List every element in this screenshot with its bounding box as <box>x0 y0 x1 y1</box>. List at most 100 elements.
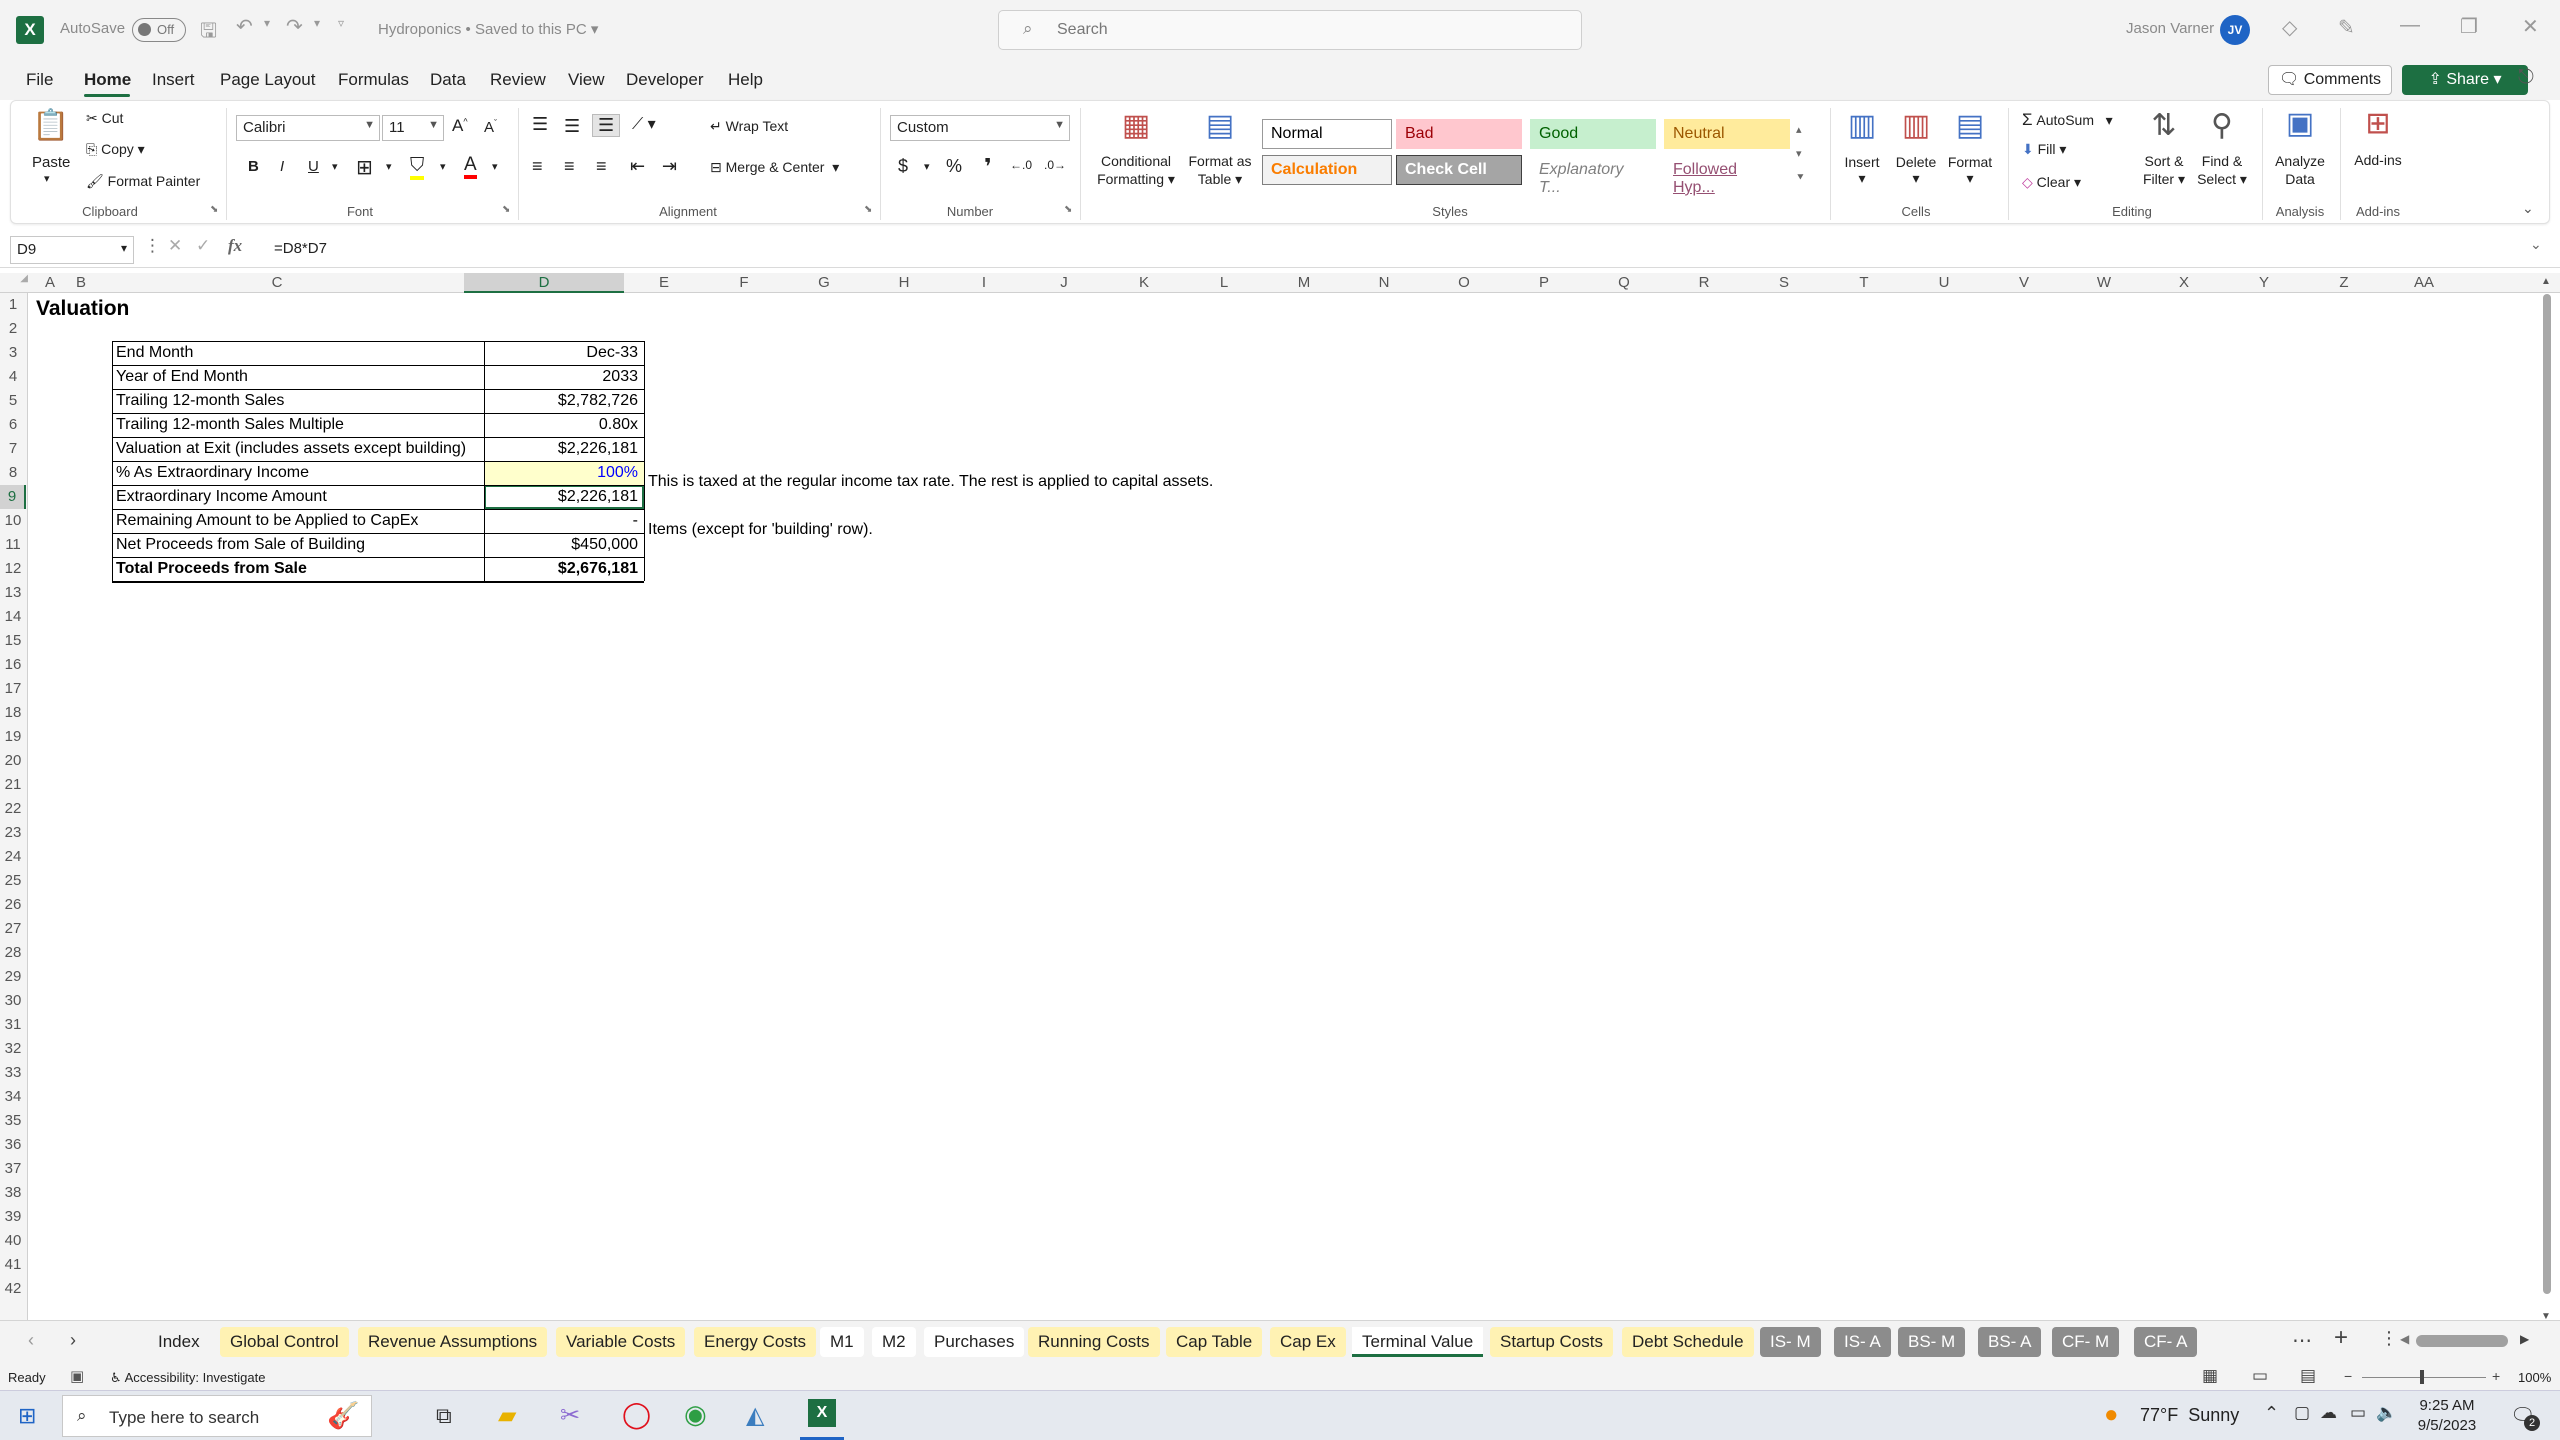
expand-formula-bar-icon[interactable]: ⌄ <box>2530 236 2542 253</box>
alignment-launcher-icon[interactable]: ⬊ <box>864 204 872 215</box>
tab-help[interactable]: Help <box>728 70 763 90</box>
fill-button[interactable]: ⬇ Fill ▾ <box>2022 141 2066 158</box>
column-header-i[interactable]: I <box>944 273 1024 293</box>
prev-sheet-icon[interactable]: ‹ <box>28 1330 34 1351</box>
fill-color-icon[interactable]: ⛉ <box>410 155 425 180</box>
align-right-icon[interactable]: ≡ <box>596 156 607 177</box>
sheet-tab-cf-m[interactable]: CF- M <box>2052 1327 2120 1357</box>
sheet-tab-m2[interactable]: M2 <box>872 1327 916 1357</box>
avatar[interactable]: JV <box>2220 15 2250 45</box>
taskbar-search[interactable]: ⌕ Type here to search 🎸 <box>62 1395 372 1437</box>
table-row-label[interactable]: Net Proceeds from Sale of Building <box>116 533 365 557</box>
accessibility-status[interactable]: ♿ Accessibility: Investigate <box>110 1370 265 1386</box>
row-header-8[interactable]: 8 <box>0 461 26 485</box>
zoom-level[interactable]: 100% <box>2518 1370 2551 1385</box>
delete-cells-button[interactable]: Delete ▾ <box>1890 154 1942 187</box>
table-row-label[interactable]: % As Extraordinary Income <box>116 461 309 485</box>
underline-button[interactable]: U <box>308 158 319 175</box>
undo-icon[interactable]: ↶ <box>236 14 253 39</box>
column-header-x[interactable]: X <box>2144 273 2224 293</box>
analyze-data-button[interactable]: Analyze Data <box>2270 152 2330 188</box>
table-row-label[interactable]: Trailing 12-month Sales <box>116 389 284 413</box>
table-row-value[interactable]: $2,676,181 <box>484 557 644 581</box>
macro-record-icon[interactable]: ▣ <box>70 1367 84 1385</box>
page-layout-view-icon[interactable]: ▭ <box>2252 1366 2268 1386</box>
row-header-23[interactable]: 23 <box>0 821 26 845</box>
page-break-view-icon[interactable]: ▤ <box>2300 1366 2316 1386</box>
tab-developer[interactable]: Developer <box>626 70 704 90</box>
orientation-icon[interactable]: ⟋ ▾ <box>632 114 656 134</box>
more-options-icon[interactable]: ⋮ <box>144 236 161 256</box>
paste-dropdown-icon[interactable]: ▾ <box>44 172 50 185</box>
align-middle-icon[interactable]: ☰ <box>564 116 580 137</box>
italic-button[interactable]: I <box>280 158 284 175</box>
tab-review[interactable]: Review <box>490 70 546 90</box>
sheet-tab-index[interactable]: Index <box>148 1327 210 1357</box>
row-header-12[interactable]: 12 <box>0 557 26 581</box>
sheet-tab-startup-costs[interactable]: Startup Costs <box>1490 1327 1613 1357</box>
style-check-cell[interactable]: Check Cell <box>1396 155 1522 185</box>
row-header-14[interactable]: 14 <box>0 605 26 629</box>
style-followed-hyperlink[interactable]: Followed Hyp... <box>1664 155 1790 196</box>
formula-input[interactable]: =D8*D7 <box>274 240 327 257</box>
customize-qat-icon[interactable]: ▿ <box>338 16 344 30</box>
row-header-24[interactable]: 24 <box>0 845 26 869</box>
row-header-19[interactable]: 19 <box>0 725 26 749</box>
column-header-s[interactable]: S <box>1744 273 1824 293</box>
search-box[interactable]: ⌕ Search <box>998 10 1582 50</box>
column-header-k[interactable]: K <box>1104 273 1184 293</box>
cut-button[interactable]: ✂ Cut <box>86 110 123 127</box>
number-launcher-icon[interactable]: ⬊ <box>1064 204 1072 215</box>
premium-diamond-icon[interactable]: ◇ <box>2282 15 2297 40</box>
tab-file[interactable]: File <box>26 70 53 90</box>
column-header-f[interactable]: F <box>704 273 784 293</box>
cancel-entry-icon[interactable]: ✕ <box>168 236 182 256</box>
row-header-41[interactable]: 41 <box>0 1253 26 1277</box>
sheet-options-icon[interactable]: ⋮ <box>2380 1328 2398 1349</box>
table-row-value[interactable]: 0.80x <box>484 413 644 437</box>
row-header-15[interactable]: 15 <box>0 629 26 653</box>
wrap-text-button[interactable]: ↵ Wrap Text <box>710 118 788 135</box>
snipping-tool-icon[interactable]: ✂ <box>560 1401 580 1430</box>
next-sheet-icon[interactable]: › <box>70 1330 76 1351</box>
underline-dropdown-icon[interactable]: ▾ <box>332 160 338 173</box>
conditional-formatting-icon[interactable]: ▦ <box>1116 108 1156 143</box>
style-good[interactable]: Good <box>1530 119 1656 149</box>
row-header-17[interactable]: 17 <box>0 677 26 701</box>
autosave-toggle[interactable]: Off <box>132 18 186 42</box>
insert-cells-icon[interactable]: ▥ <box>1842 108 1882 143</box>
currency-dropdown-icon[interactable]: ▾ <box>924 160 930 173</box>
row-header-42[interactable]: 42 <box>0 1277 26 1301</box>
style-normal[interactable]: Normal <box>1262 119 1392 149</box>
column-header-m[interactable]: M <box>1264 273 1344 293</box>
row-header-7[interactable]: 7 <box>0 437 26 461</box>
more-sheets-icon[interactable]: ⋯ <box>2292 1328 2312 1353</box>
zoom-slider-track[interactable] <box>2362 1377 2486 1378</box>
column-header-r[interactable]: R <box>1664 273 1744 293</box>
sheet-tab-energy-costs[interactable]: Energy Costs <box>694 1327 817 1357</box>
confirm-entry-icon[interactable]: ✓ <box>196 236 210 256</box>
meet-now-icon[interactable]: ▢ <box>2294 1403 2310 1423</box>
undo-dropdown-icon[interactable]: ▾ <box>264 16 270 30</box>
sheet-tab-revenue-assumptions[interactable]: Revenue Assumptions <box>358 1327 548 1357</box>
row-header-11[interactable]: 11 <box>0 533 26 557</box>
table-row-value[interactable]: $2,226,181 <box>484 437 644 461</box>
zoom-in-icon[interactable]: + <box>2492 1368 2500 1384</box>
document-title[interactable]: Hydroponics • Saved to this PC ▾ <box>378 20 598 38</box>
format-painter-button[interactable]: 🖌 Format Painter <box>86 173 200 190</box>
row-header-2[interactable]: 2 <box>0 317 26 341</box>
column-header-q[interactable]: Q <box>1584 273 1664 293</box>
table-row-value[interactable]: $2,226,181 <box>484 485 644 509</box>
row-header-10[interactable]: 10 <box>0 509 26 533</box>
sheet-tab-variable-costs[interactable]: Variable Costs <box>556 1327 686 1357</box>
sheet-tab-is-m[interactable]: IS- M <box>1760 1327 1821 1357</box>
column-header-g[interactable]: G <box>784 273 864 293</box>
sheet-tab-terminal-value[interactable]: Terminal Value <box>1352 1327 1484 1357</box>
clock-date[interactable]: 9/5/2023 <box>2412 1417 2482 1434</box>
decrease-decimal-icon[interactable]: .0→ <box>1044 158 1066 172</box>
name-box[interactable]: D9 ▾ <box>10 236 134 264</box>
paste-icon[interactable]: 📋 <box>30 108 72 143</box>
minimize-icon[interactable]: — <box>2400 14 2420 37</box>
sheet-tab-cf-a[interactable]: CF- A <box>2134 1327 2198 1357</box>
tab-home[interactable]: Home <box>84 70 131 90</box>
